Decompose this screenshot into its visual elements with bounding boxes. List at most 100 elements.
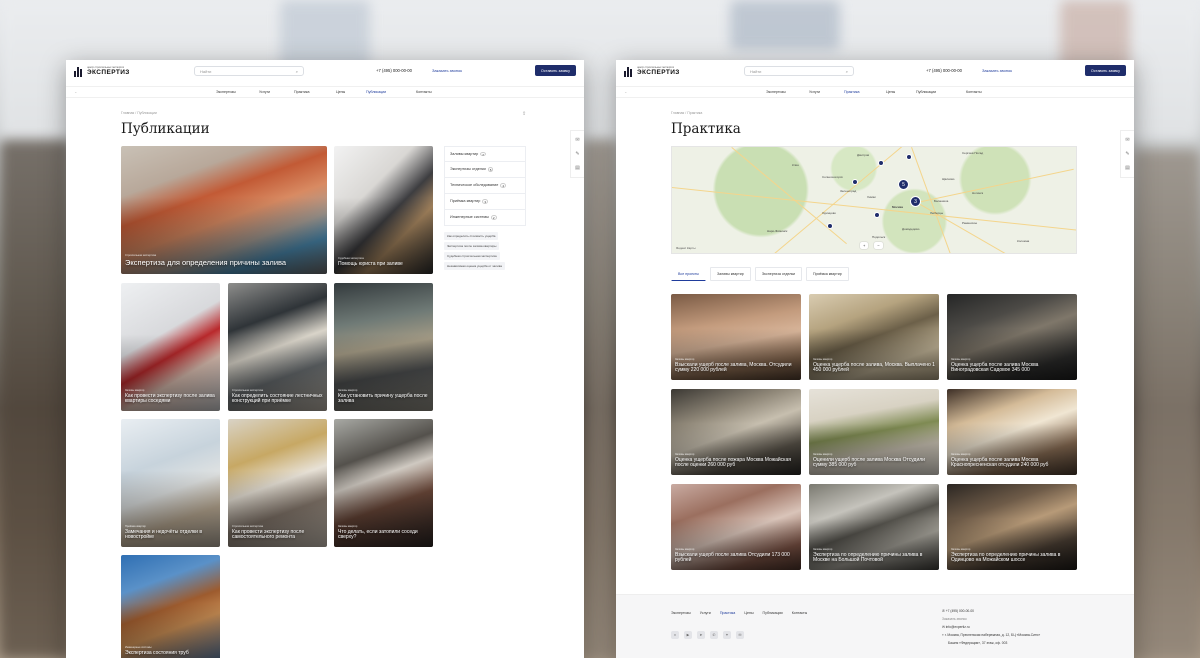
nav-item-practice[interactable]: Практика [844,90,860,94]
case-card[interactable]: Заливы квартир Экспертиза по определению … [809,484,939,570]
nav-item-expertise[interactable]: Экспертизы [766,90,786,94]
tab-acceptance[interactable]: Приёмка квартир [806,267,849,281]
telegram-icon[interactable]: ➤ [697,631,705,639]
cta-button[interactable]: Оставить заявку [1084,65,1126,76]
publication-card[interactable]: Заливы квартир Как провести экспертизу по… [121,283,220,411]
youtube-icon[interactable]: ▶ [684,631,692,639]
nav-item-prices[interactable]: Цены [336,90,345,94]
footer-phone[interactable]: ✆ +7 (495) 000-00-00 [942,609,1082,613]
footer-link[interactable]: Услуги [700,611,711,615]
case-card[interactable]: Заливы квартир Оценка ущерба после залива… [809,294,939,380]
case-card[interactable]: Заливы квартир Оценили ущерб после залива… [809,389,939,475]
logo[interactable]: центр строительных экспертиз ЭКСПЕРТИЗ [624,67,744,77]
search-input[interactable]: Найти ⌕ [194,66,304,76]
search-input[interactable]: Найти ⌕ [744,66,854,76]
footer-callback[interactable]: Заказать звонок [942,617,1082,621]
tab-floods[interactable]: Заливы квартир [709,267,751,281]
footer-link[interactable]: Практика [720,611,736,615]
nav-item-services[interactable]: Услуги [809,90,820,94]
publication-card[interactable]: Заливы квартир Как установить причину уще… [334,283,433,411]
case-card[interactable]: Заливы квартир Оценка ущерба после залива… [947,389,1077,475]
publication-card[interactable]: Приёмка квартир Замечания и недочёты отде… [121,419,220,547]
footer-link[interactable]: Контакты [792,611,808,615]
footer-link[interactable]: Экспертизы [671,611,691,615]
filter-item[interactable]: Приёмка квартир 3 [444,194,526,210]
filter-label: Приёмка квартир [450,199,481,203]
logo[interactable]: центр строительных экспертиз ЭКСПЕРТИЗ [74,67,194,77]
projects-map[interactable]: Дмитров Сергиев Посад Клин Солнечногорск… [671,146,1077,254]
chat-icon[interactable]: ✎ [1125,151,1129,157]
tag-chip[interactable]: Судебная строительная экспертиза [444,252,500,260]
footer-link[interactable]: Цены [744,611,753,615]
footer-email-text: info@expertiz.ru [945,625,970,629]
nav-item-publications[interactable]: Публикации [916,90,936,94]
filter-item[interactable]: Техническое обследование 4 [444,178,526,194]
callback-link[interactable]: Заказать звонок [432,68,462,73]
nav-item-practice[interactable]: Практика [294,90,310,94]
search-placeholder: Найти [750,68,762,74]
map-pin[interactable] [906,154,912,160]
mail-icon[interactable]: ✉ [736,631,744,639]
header-phone[interactable]: +7 (495) 000-00-00 [926,68,962,73]
document-icon[interactable]: ▤ [1125,165,1130,171]
case-card[interactable]: Заливы квартир Экспертиза по определению … [947,484,1077,570]
footer-email[interactable]: ✉ info@expertiz.ru [942,625,1082,629]
tag-chip[interactable]: Экспертиза после залива квартиры [444,242,500,250]
filter-item[interactable]: Инженерные системы 2 [444,210,526,226]
nav-item-services[interactable]: Услуги [259,90,270,94]
case-card[interactable]: Заливы квартир Взыскали ущерб после залив… [671,294,801,380]
mail-icon[interactable]: ✉ [1125,137,1129,143]
case-card[interactable]: Заливы квартир Оценка ущерба после пожара… [671,389,801,475]
footer-link[interactable]: Публикации [763,611,783,615]
tab-all[interactable]: Все проекты [671,267,706,281]
vk-icon[interactable]: v [671,631,679,639]
map-pin[interactable] [827,223,833,229]
breadcrumb-home[interactable]: Главная [671,111,684,115]
publication-card[interactable]: Инженерные системы Экспертиза состояния т… [121,555,220,658]
card-title: Оценка ущерба после залива Москва Красно… [951,456,1049,469]
tab-finishing[interactable]: Экспертиза отделки [754,267,803,281]
publication-card[interactable]: Судебная экспертиза Помощь юриста при зал… [334,146,433,274]
zoom-out-button[interactable]: − [874,242,883,249]
cta-button[interactable]: Оставить заявку [534,65,576,76]
map-pin[interactable] [874,212,880,218]
card-tag: Инженерные системы [125,646,152,650]
share-icon[interactable]: ⇪ [522,111,526,117]
nav-item-expertise[interactable]: Экспертизы [216,90,236,94]
nav-item-contacts[interactable]: Контакты [416,90,432,94]
document-icon[interactable]: ▤ [575,165,580,171]
callback-link[interactable]: Заказать звонок [982,68,1012,73]
nav-item-contacts[interactable]: Контакты [966,90,982,94]
nav-back-icon[interactable]: ← [624,90,628,94]
tag-chip[interactable]: Независимая оценка ущерба от залива [444,262,505,270]
publication-card[interactable]: Строительная экспертиза Экспертиза для оп… [121,146,327,274]
filter-count: 3 [482,199,489,204]
map-cluster[interactable]: 3 [910,196,921,207]
publication-card[interactable]: Строительная экспертиза Как провести эксп… [228,419,327,547]
dzen-icon[interactable]: ✦ [723,631,731,639]
search-icon[interactable]: ⌕ [846,69,848,74]
case-card[interactable]: Заливы квартир Взыскали ущерб после залив… [671,484,801,570]
footer-phone-text: +7 (495) 000-00-00 [945,609,975,613]
nav-back-icon[interactable]: ← [74,90,78,94]
map-cluster[interactable]: 5 [898,179,909,190]
map-pin[interactable] [852,179,858,185]
filter-item[interactable]: Заливы квартир 7 [444,146,526,162]
breadcrumb-home[interactable]: Главная [121,111,134,115]
nav-item-prices[interactable]: Цены [886,90,895,94]
filter-item[interactable]: Экспертизы отделки 5 [444,162,526,178]
search-icon[interactable]: ⌕ [296,69,298,74]
publication-card[interactable]: Заливы квартир Что делать, если затопили … [334,419,433,547]
header-phone[interactable]: +7 (495) 000-00-00 [376,68,412,73]
map-pin[interactable] [878,160,884,166]
whatsapp-icon[interactable]: ✆ [710,631,718,639]
tag-chip[interactable]: Как определить стоимость ущерба [444,232,499,240]
chat-icon[interactable]: ✎ [575,151,579,157]
nav-item-publications[interactable]: Публикации [366,90,386,94]
mail-icon[interactable]: ✉ [575,137,579,143]
publication-card[interactable]: Строительная экспертиза Как определить со… [228,283,327,411]
card-tag: Заливы квартир [338,388,358,392]
case-card[interactable]: Заливы квартир Оценка ущерба после залива… [947,294,1077,380]
zoom-in-button[interactable]: + [860,242,869,249]
card-tag: Заливы квартир [951,452,971,456]
